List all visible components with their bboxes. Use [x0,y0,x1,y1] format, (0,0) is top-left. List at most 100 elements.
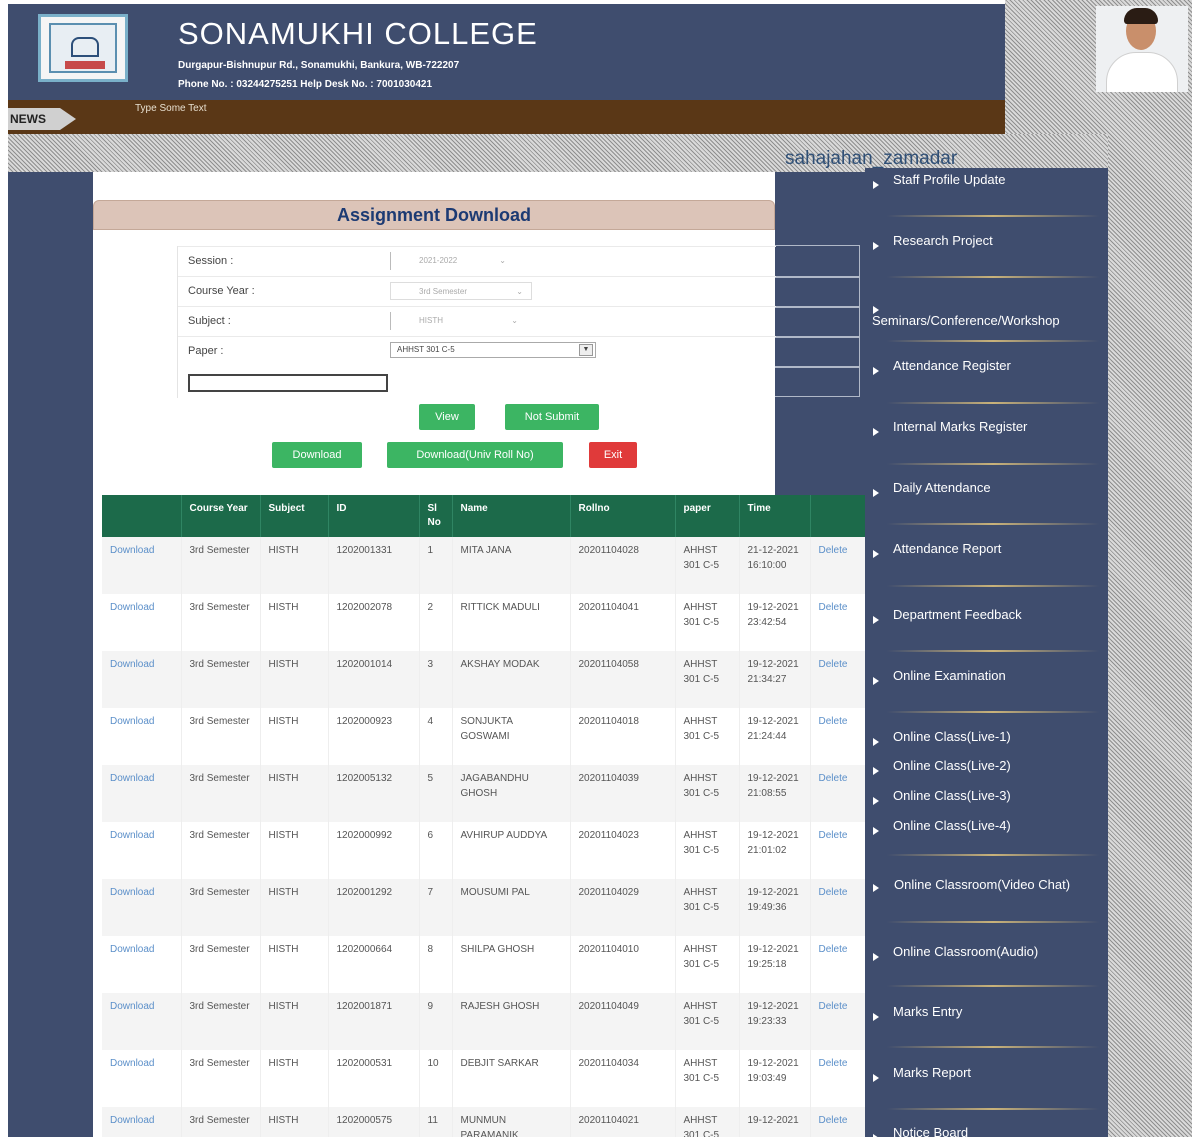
subject-cell: HISTH [260,993,329,1050]
subject-cell: HISTH [260,594,329,651]
sidebar-item-marks-entry[interactable]: Marks Entry [865,1002,1108,1042]
subject-cell: HISTH [260,879,329,936]
user-avatar[interactable] [1096,6,1188,92]
delete-link[interactable]: Delete [810,651,865,708]
delete-link[interactable]: Delete [810,708,865,765]
sidebar-item-attendance-register[interactable]: Attendance Register [865,356,1108,396]
delete-link[interactable]: Delete [810,537,865,594]
course-year-cell: 3rd Semester [181,1107,261,1137]
paper-label: Paper : [188,345,224,357]
name-cell: SHILPA GHOSH [452,936,571,993]
sidebar-item-online-examination[interactable]: Online Examination [865,666,1108,706]
sidebar-item-internal-marks-register[interactable]: Internal Marks Register [865,417,1108,457]
sidebar-item-seminars-conference-workshop[interactable]: Seminars/Conference/Workshop [865,292,1108,332]
sidebar-item-attendance-report[interactable]: Attendance Report [865,539,1108,579]
download-univ-roll-button[interactable]: Download(Univ Roll No) [387,442,563,468]
caret-right-icon [873,489,879,497]
sidebar-divider [887,276,1099,278]
time-cell: 19-12-2021 21:24:44 [739,708,811,765]
time-cell: 19-12-2021 21:08:55 [739,765,811,822]
download-link[interactable]: Download [102,1050,182,1107]
delete-link[interactable]: Delete [810,1107,865,1137]
session-value: 2021-2022 [419,256,458,265]
delete-link[interactable]: Delete [810,822,865,879]
delete-link[interactable]: Delete [810,936,865,993]
course-year-select[interactable]: 3rd Semester ⌄ [390,282,532,300]
download-link[interactable]: Download [102,708,182,765]
paper-select[interactable]: AHHST 301 C-5 ▼ [390,342,596,358]
sidebar-item-online-class-live-4[interactable]: Online Class(Live-4) [865,816,1108,856]
table-row: Download 3rd Semester HISTH 1202000923 4 SONJ… [102,708,865,765]
chevron-down-icon: ⌄ [511,316,518,325]
download-link[interactable]: Download [102,993,182,1050]
caret-right-icon [873,428,879,436]
session-row: Session : 2021-2022 ⌄ [178,246,776,276]
rollno-cell: 20201104010 [570,936,676,993]
sidebar-item-online-classroom-audio[interactable]: Online Classroom(Audio) [865,942,1108,982]
table-row: Download 3rd Semester HISTH 1202005132 5 JAGA… [102,765,865,822]
column-header: Sl No [419,495,453,537]
column-header: Time [739,495,811,537]
sidebar-divider [887,1046,1099,1048]
time-cell: 19-12-2021 21:01:02 [739,822,811,879]
gutter-line [775,245,860,277]
sidebar-item-staff-profile-update[interactable]: Staff Profile Update [865,170,1108,210]
column-header: Rollno [570,495,676,537]
gutter-line [775,337,860,367]
sidebar-divider [887,650,1099,652]
sidebar-item-department-feedback[interactable]: Department Feedback [865,605,1108,645]
chevron-down-icon: ⌄ [516,287,523,296]
download-link[interactable]: Download [102,879,182,936]
paper-row: Paper : AHHST 301 C-5 ▼ [178,336,776,366]
delete-link[interactable]: Delete [810,765,865,822]
id-cell: 1202000923 [328,708,420,765]
delete-link[interactable]: Delete [810,1050,865,1107]
news-text: Type Some Text [135,103,207,114]
view-button[interactable]: View [419,404,475,430]
text-input[interactable] [188,374,388,392]
download-link[interactable]: Download [102,822,182,879]
table-row: Download 3rd Semester HISTH 1202002078 2 RITT… [102,594,865,651]
delete-link[interactable]: Delete [810,993,865,1050]
table-row: Download 3rd Semester HISTH 1202001331 1 MITA… [102,537,865,594]
delete-link[interactable]: Delete [810,879,865,936]
sidebar-item-daily-attendance[interactable]: Daily Attendance [865,478,1108,518]
delete-link[interactable]: Delete [810,594,865,651]
exit-button[interactable]: Exit [589,442,637,468]
subject-cell: HISTH [260,651,329,708]
sidebar-item-marks-report[interactable]: Marks Report [865,1063,1108,1103]
id-cell: 1202000575 [328,1107,420,1137]
subject-cell: HISTH [260,708,329,765]
download-link[interactable]: Download [102,1107,182,1137]
table-row: Download 3rd Semester HISTH 1202001871 9 RAJE… [102,993,865,1050]
sidebar-divider [887,711,1099,713]
course-year-cell: 3rd Semester [181,879,261,936]
subject-select[interactable]: HISTH ⌄ [390,312,526,330]
rollno-cell: 20201104023 [570,822,676,879]
sidebar-item-notice-board[interactable]: Notice Board [865,1123,1108,1137]
session-select[interactable]: 2021-2022 ⌄ [390,252,514,270]
column-header: ID [328,495,420,537]
paper-cell: AHHST 301 C-5 [675,936,740,993]
download-link[interactable]: Download [102,651,182,708]
caret-right-icon [873,738,879,746]
course-year-cell: 3rd Semester [181,537,261,594]
serial-cell: 11 [419,1107,453,1137]
caret-right-icon [873,677,879,685]
sidebar-item-research-project[interactable]: Research Project [865,231,1108,271]
college-logo [38,14,128,82]
college-contact: Phone No. : 03244275251 Help Desk No. : … [178,79,433,90]
sidebar-item-label: Marks Entry [893,1004,963,1019]
time-cell: 19-12-2021 19:49:36 [739,879,811,936]
sidebar-item-online-classroom-video-chat[interactable]: Online Classroom(Video Chat) [865,870,1108,910]
download-link[interactable]: Download [102,936,182,993]
rollno-cell: 20201104029 [570,879,676,936]
name-cell: AKSHAY MODAK [452,651,571,708]
download-link[interactable]: Download [102,765,182,822]
download-button[interactable]: Download [272,442,362,468]
caret-right-icon [873,1074,879,1082]
download-link[interactable]: Download [102,537,182,594]
not-submit-button[interactable]: Not Submit [505,404,599,430]
rollno-cell: 20201104039 [570,765,676,822]
download-link[interactable]: Download [102,594,182,651]
